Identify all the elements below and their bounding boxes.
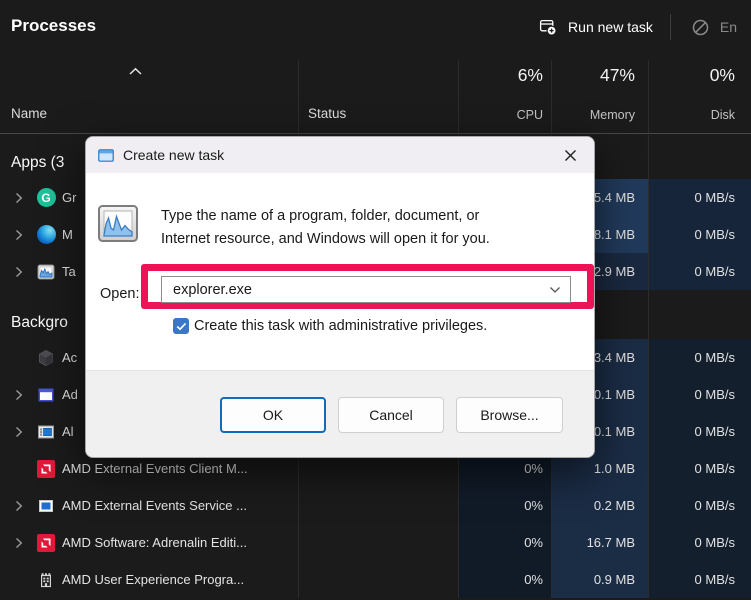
table-header: Name Status 6% CPU 47% Memory 0% Disk	[0, 60, 751, 134]
disk-cell: 0 MB/s	[648, 561, 751, 598]
process-name: AMD Software: Adrenalin Editi...	[62, 535, 247, 550]
process-name: Al	[62, 424, 74, 439]
dialog-instruction-text: Type the name of a program, folder, docu…	[161, 205, 490, 250]
disk-cell: 0 MB/s	[648, 413, 751, 450]
dialog-footer: OK Cancel Browse...	[86, 370, 594, 457]
memory-cell: 0.9 MB	[551, 561, 648, 598]
process-name-cell: AMD Software: Adrenalin Editi...	[0, 524, 298, 561]
cpu-cell: 0%	[458, 561, 551, 598]
column-header-name[interactable]: Name	[0, 60, 298, 133]
column-label-cpu: CPU	[517, 108, 543, 122]
column-label-disk: Disk	[711, 108, 735, 122]
expand-chevron-icon[interactable]	[13, 389, 24, 401]
column-label-memory: Memory	[590, 108, 635, 122]
disk-cell: 0 MB/s	[648, 487, 751, 524]
cancel-button[interactable]: Cancel	[338, 397, 444, 433]
run-new-task-button[interactable]: Run new task	[531, 12, 661, 42]
toolbar-actions: Run new task En	[531, 0, 751, 54]
expand-chevron-icon[interactable]	[13, 500, 24, 512]
amd-icon	[37, 534, 55, 552]
sort-ascending-icon	[128, 63, 143, 81]
chevron-down-icon[interactable]	[540, 286, 570, 294]
expand-chevron-icon[interactable]	[13, 229, 24, 241]
disk-total-percent: 0%	[710, 65, 735, 86]
cpu-cell: 0%	[458, 487, 551, 524]
amd-icon	[37, 460, 55, 478]
column-label-name: Name	[11, 106, 47, 121]
app-window-icon	[37, 386, 55, 404]
table-row[interactable]: AMD Software: Adrenalin Editi... 0%16.7 M…	[0, 524, 751, 561]
process-name: AMD External Events Service ...	[62, 498, 247, 513]
process-name: Gr	[62, 190, 76, 205]
browse-button[interactable]: Browse...	[456, 397, 563, 433]
task-manager-graph-icon	[98, 205, 138, 247]
admin-privileges-checkbox[interactable]	[173, 318, 189, 334]
toolbar-divider	[670, 14, 671, 40]
column-label-status: Status	[308, 106, 346, 121]
disk-cell: 0 MB/s	[648, 376, 751, 413]
expand-chevron-icon[interactable]	[13, 426, 24, 438]
section-label: Backgro	[11, 314, 68, 332]
status-cell	[298, 561, 458, 598]
table-row[interactable]: AMD External Events Service ... 0%0.2 MB0…	[0, 487, 751, 524]
dialog-body: Type the name of a program, folder, docu…	[86, 173, 594, 373]
process-name: AMD User Experience Progra...	[62, 572, 244, 587]
blue-panel-icon	[37, 497, 55, 515]
section-label: Apps (3	[11, 154, 64, 172]
run-new-task-label: Run new task	[568, 19, 653, 35]
process-name: Ad	[62, 387, 78, 402]
process-name-cell: AMD External Events Service ...	[0, 487, 298, 524]
process-name-cell: AMD User Experience Progra...	[0, 561, 298, 598]
table-row[interactable]: AMD User Experience Progra... 0%0.9 MB0 M…	[0, 561, 751, 598]
process-name: Ta	[62, 264, 76, 279]
column-header-memory[interactable]: 47% Memory	[551, 60, 648, 133]
cpu-total-percent: 6%	[518, 65, 543, 86]
dialog-title: Create new task	[123, 147, 224, 163]
expand-chevron-icon[interactable]	[13, 266, 24, 278]
process-name: Ac	[62, 350, 77, 365]
disk-cell: 0 MB/s	[648, 450, 751, 487]
circle-slash-icon	[692, 19, 709, 36]
column-header-disk[interactable]: 0% Disk	[648, 60, 751, 133]
ok-button[interactable]: OK	[220, 397, 326, 433]
disk-cell: 0 MB/s	[648, 179, 751, 216]
end-task-button[interactable]: En	[684, 13, 745, 42]
open-input[interactable]	[162, 282, 540, 298]
task-manager-icon	[37, 264, 55, 280]
cpu-cell: 0%	[458, 524, 551, 561]
close-icon[interactable]	[554, 141, 586, 169]
memory-total-percent: 47%	[600, 65, 635, 86]
page-title: Processes	[11, 16, 96, 36]
run-new-task-icon	[539, 18, 557, 36]
process-name: AMD External Events Client M...	[62, 461, 248, 476]
dark-gem-icon	[37, 349, 55, 367]
column-header-cpu[interactable]: 6% CPU	[458, 60, 551, 133]
grammarly-icon: G	[37, 188, 56, 207]
status-cell	[298, 487, 458, 524]
open-combobox[interactable]	[161, 276, 571, 303]
column-header-status[interactable]: Status	[298, 60, 458, 133]
window-icon	[98, 149, 114, 162]
dialog-titlebar[interactable]: Create new task	[86, 137, 594, 173]
edge-icon	[37, 225, 56, 244]
control-panel-icon	[37, 423, 55, 441]
open-label: Open:	[100, 286, 140, 302]
toolbar: Processes Run new task	[0, 0, 751, 54]
status-cell	[298, 524, 458, 561]
create-new-task-dialog: Create new task Type the name of a p	[85, 136, 595, 458]
admin-privileges-label: Create this task with administrative pri…	[194, 318, 487, 334]
memory-cell: 0.2 MB	[551, 487, 648, 524]
disk-cell: 0 MB/s	[648, 253, 751, 290]
end-task-label: En	[720, 19, 737, 35]
memory-cell: 16.7 MB	[551, 524, 648, 561]
disk-cell: 0 MB/s	[648, 524, 751, 561]
expand-chevron-icon[interactable]	[13, 192, 24, 204]
disk-cell: 0 MB/s	[648, 216, 751, 253]
disk-cell: 0 MB/s	[648, 339, 751, 376]
process-name: M	[62, 227, 73, 242]
building-icon	[37, 571, 55, 589]
expand-chevron-icon[interactable]	[13, 537, 24, 549]
